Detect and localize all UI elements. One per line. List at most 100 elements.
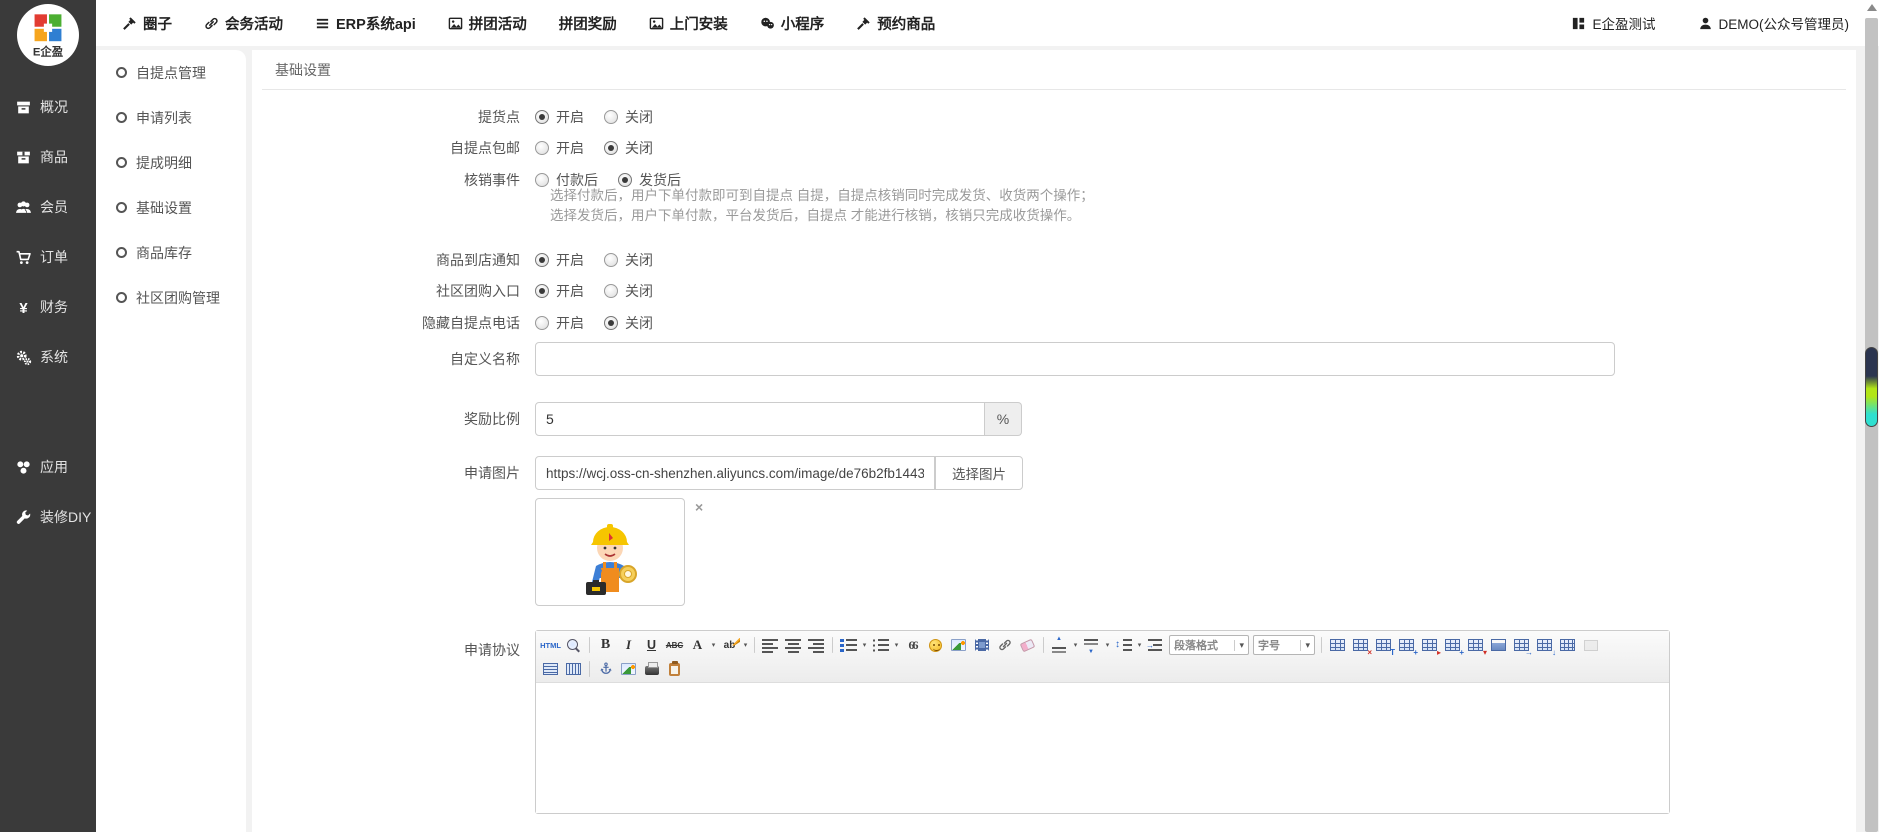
sidebar-item-orders[interactable]: 订单 — [0, 232, 96, 282]
unordered-list-icon[interactable] — [870, 636, 891, 655]
radio-option[interactable]: 关闭 — [604, 138, 653, 158]
radio-selected-icon[interactable] — [604, 141, 618, 155]
insert-link-icon[interactable] — [994, 636, 1015, 655]
nav-item-huiwu[interactable]: 会务活动 — [204, 13, 283, 34]
nav-item-xiaochengxu[interactable]: 小程序 — [760, 13, 825, 34]
submenu-item-commission[interactable]: 提成明细 — [96, 140, 246, 185]
custom-name-input[interactable] — [535, 342, 1615, 376]
insert-col-icon[interactable]: + — [1442, 636, 1463, 655]
margin-top-icon[interactable] — [1049, 636, 1070, 655]
fullscreen-icon[interactable] — [1580, 636, 1601, 655]
italic-icon[interactable]: I — [618, 636, 639, 655]
radio-option[interactable]: 开启 — [535, 281, 584, 301]
radio-option[interactable]: 开启 — [535, 107, 584, 127]
scrollbar-thumb[interactable] — [1865, 347, 1878, 427]
html-source-icon[interactable]: HTML — [540, 636, 561, 655]
radio-option[interactable]: 开启 — [535, 138, 584, 158]
submenu-item-apply-list[interactable]: 申请列表 — [96, 95, 246, 140]
table-header-icon[interactable]: T — [1373, 636, 1394, 655]
radio-unselected-icon[interactable] — [535, 141, 549, 155]
radio-selected-icon[interactable] — [535, 253, 549, 267]
delete-row-icon[interactable]: ▸ — [1419, 636, 1440, 655]
blockquote-icon[interactable]: 66 — [902, 636, 923, 655]
radio-option[interactable]: 开启 — [535, 250, 584, 270]
radio-unselected-icon[interactable] — [604, 284, 618, 298]
radio-unselected-icon[interactable] — [604, 110, 618, 124]
cell-properties-icon[interactable] — [1488, 636, 1509, 655]
insert-row-icon[interactable]: + — [1396, 636, 1417, 655]
sidebar-item-finance[interactable]: ¥ 财务 — [0, 282, 96, 332]
insert-image-icon[interactable] — [948, 636, 969, 655]
split-cell-icon[interactable] — [1557, 636, 1578, 655]
align-left-icon[interactable] — [760, 636, 781, 655]
radio-option[interactable]: 关闭 — [604, 107, 653, 127]
merge-cell-right-icon[interactable]: → — [1511, 636, 1532, 655]
radio-unselected-icon[interactable] — [535, 316, 549, 330]
sidebar-item-overview[interactable]: 概况 — [0, 82, 96, 132]
nav-item-quanzi[interactable]: 圈子 — [122, 13, 172, 34]
remove-image-icon[interactable]: × — [695, 500, 703, 514]
delete-table-icon[interactable]: × — [1350, 636, 1371, 655]
align-center-icon[interactable] — [783, 636, 804, 655]
choose-image-button[interactable]: 选择图片 — [935, 456, 1023, 490]
underline-icon[interactable]: U — [641, 636, 662, 655]
delete-col-icon[interactable]: ▾ — [1465, 636, 1486, 655]
paste-icon[interactable] — [664, 660, 685, 679]
radio-option[interactable]: 关闭 — [604, 250, 653, 270]
print-icon[interactable] — [641, 660, 662, 679]
strikethrough-icon[interactable]: ABC — [664, 636, 685, 655]
image-map-icon[interactable] — [618, 660, 639, 679]
split-cols-icon[interactable] — [563, 660, 584, 679]
sidebar-item-diy[interactable]: 装修DIY — [0, 492, 96, 542]
radio-unselected-icon[interactable] — [535, 173, 549, 187]
align-right-icon[interactable] — [806, 636, 827, 655]
field-label: 商品到店通知 — [252, 250, 535, 270]
nav-item-yuyue[interactable]: 预约商品 — [856, 13, 935, 34]
submenu-item-stock[interactable]: 商品库存 — [96, 230, 246, 275]
merge-cell-down-icon[interactable]: ↓ — [1534, 636, 1555, 655]
reward-ratio-input[interactable] — [535, 402, 985, 436]
submenu-item-pickup-manage[interactable]: 自提点管理 — [96, 50, 246, 95]
split-rows-icon[interactable] — [540, 660, 561, 679]
ordered-list-icon[interactable] — [838, 636, 859, 655]
preview-icon[interactable] — [563, 636, 584, 655]
nav-item-pintuan[interactable]: 拼团活动 — [448, 13, 527, 34]
radio-option[interactable]: 关闭 — [604, 281, 653, 301]
highlight-color-icon[interactable]: ab — [719, 636, 740, 655]
nav-item-erp[interactable]: ERP系统api — [315, 13, 416, 34]
radio-option[interactable]: 关闭 — [604, 313, 653, 333]
radio-selected-icon[interactable] — [535, 110, 549, 124]
remove-format-icon[interactable] — [1017, 636, 1038, 655]
separator — [589, 637, 590, 653]
paragraph-format-select[interactable]: 段落格式 — [1169, 635, 1249, 655]
scroll-up-arrow[interactable] — [1867, 4, 1877, 11]
editor-content[interactable] — [536, 683, 1669, 813]
radio-selected-icon[interactable] — [618, 173, 632, 187]
margin-bottom-icon[interactable] — [1081, 636, 1102, 655]
radio-selected-icon[interactable] — [535, 284, 549, 298]
nav-item-jiangli[interactable]: 拼团奖励 — [559, 13, 617, 34]
font-color-icon[interactable]: A — [687, 636, 708, 655]
font-size-select[interactable]: 字号 — [1253, 635, 1315, 655]
sidebar-item-system[interactable]: 系统 — [0, 332, 96, 382]
submenu-item-community[interactable]: 社区团购管理 — [96, 275, 246, 320]
apps-icon — [15, 459, 32, 476]
radio-option[interactable]: 开启 — [535, 313, 584, 333]
indent-icon[interactable] — [1145, 636, 1166, 655]
sidebar-item-apps[interactable]: 应用 — [0, 442, 96, 492]
sidebar-item-goods[interactable]: 商品 — [0, 132, 96, 182]
apply-image-url-input[interactable] — [535, 456, 935, 490]
line-height-icon[interactable] — [1113, 636, 1134, 655]
nav-item-user[interactable]: DEMO(公众号管理员) — [1698, 13, 1850, 33]
anchor-icon[interactable] — [595, 660, 616, 679]
insert-video-icon[interactable] — [971, 636, 992, 655]
bold-icon[interactable]: B — [595, 636, 616, 655]
radio-selected-icon[interactable] — [604, 316, 618, 330]
nav-item-anzhuang[interactable]: 上门安装 — [649, 13, 728, 34]
sidebar-item-members[interactable]: 会员 — [0, 182, 96, 232]
emoticon-icon[interactable] — [925, 636, 946, 655]
insert-table-icon[interactable] — [1327, 636, 1348, 655]
radio-unselected-icon[interactable] — [604, 253, 618, 267]
submenu-item-basic-settings[interactable]: 基础设置 — [96, 185, 246, 230]
nav-item-account[interactable]: E企盈测试 — [1571, 13, 1655, 33]
